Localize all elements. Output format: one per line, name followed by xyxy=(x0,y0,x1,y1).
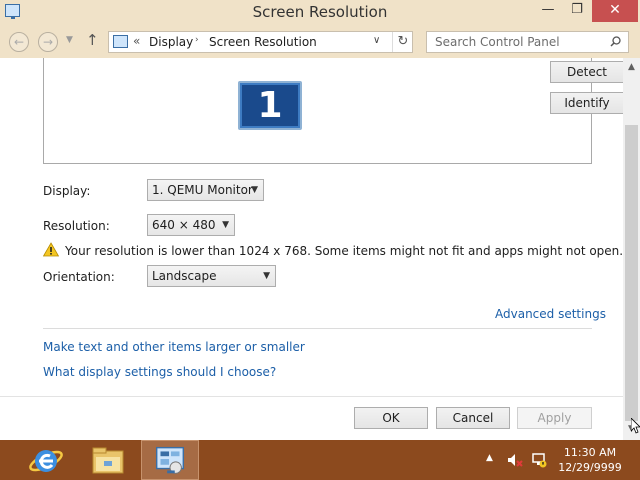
address-bar[interactable]: « Display › Screen Resolution ∨ ↻ xyxy=(108,31,413,53)
control-panel-icon xyxy=(113,35,128,48)
volume-muted-icon[interactable] xyxy=(506,452,524,468)
chevron-down-icon[interactable]: ∨ xyxy=(373,35,380,46)
breadcrumb-screen-resolution[interactable]: Screen Resolution xyxy=(209,35,317,49)
orientation-label: Orientation: xyxy=(43,270,115,284)
chevron-down-icon: ▼ xyxy=(222,220,229,230)
file-explorer-icon[interactable] xyxy=(80,440,138,480)
search-box[interactable] xyxy=(426,31,629,53)
chevron-down-icon: ▼ xyxy=(251,185,258,195)
display-help-link[interactable]: What display settings should I choose? xyxy=(43,365,276,379)
warning-icon xyxy=(43,242,59,257)
network-icon[interactable] xyxy=(530,452,548,468)
monitor-1[interactable]: 1 xyxy=(238,81,302,130)
footer-divider xyxy=(0,396,623,397)
maximize-button[interactable]: ❐ xyxy=(563,0,591,22)
back-arrow-icon[interactable]: ← xyxy=(9,32,29,52)
divider xyxy=(43,328,592,329)
vertical-scrollbar[interactable]: ▲ ▼ xyxy=(623,58,640,440)
close-button[interactable]: ✕ xyxy=(592,0,638,22)
clock-time: 11:30 AM xyxy=(563,446,617,459)
system-clock[interactable]: 11:30 AM 12/29/9999 xyxy=(552,445,628,475)
display-select-value: 1. QEMU Monitor xyxy=(152,183,253,197)
control-panel-taskbar-icon[interactable] xyxy=(141,440,199,480)
breadcrumb-separator-icon[interactable]: › xyxy=(195,35,199,45)
search-icon[interactable] xyxy=(610,36,621,47)
ok-button[interactable]: OK xyxy=(354,407,428,429)
breadcrumb-display[interactable]: Display xyxy=(149,35,193,49)
display-label: Display: xyxy=(43,184,91,198)
resolution-select-value: 640 × 480 xyxy=(152,218,216,232)
search-input[interactable] xyxy=(427,32,605,52)
recent-locations-dropdown[interactable]: ▼ xyxy=(66,35,73,45)
internet-explorer-icon[interactable] xyxy=(17,440,75,480)
minimize-button[interactable]: — xyxy=(535,0,561,22)
title-bar: Screen Resolution — ❐ ✕ xyxy=(0,0,640,24)
text-size-link[interactable]: Make text and other items larger or smal… xyxy=(43,340,305,354)
refresh-icon[interactable]: ↻ xyxy=(392,32,413,52)
apply-button[interactable]: Apply xyxy=(517,407,592,429)
identify-button[interactable]: Identify xyxy=(550,92,623,114)
up-arrow-icon[interactable]: ↑ xyxy=(86,31,99,49)
scroll-up-icon[interactable]: ▲ xyxy=(623,62,640,72)
resolution-warning: Your resolution is lower than 1024 x 768… xyxy=(65,244,623,258)
orientation-select[interactable]: Landscape ▼ xyxy=(147,265,276,287)
navigation-bar: ← → ▼ ↑ « Display › Screen Resolution ∨ … xyxy=(0,24,640,58)
show-hidden-icons[interactable]: ▲ xyxy=(486,453,493,463)
advanced-settings-link[interactable]: Advanced settings xyxy=(495,307,606,321)
monitor-number: 1 xyxy=(257,85,283,126)
orientation-select-value: Landscape xyxy=(152,269,217,283)
cancel-button[interactable]: Cancel xyxy=(436,407,510,429)
taskbar: ▲ 11:30 AM 12/29/9999 xyxy=(0,440,640,480)
resolution-label: Resolution: xyxy=(43,219,110,233)
resolution-select[interactable]: 640 × 480 ▼ xyxy=(147,214,235,236)
mouse-cursor-icon xyxy=(631,418,640,434)
display-select[interactable]: 1. QEMU Monitor ▼ xyxy=(147,179,264,201)
content-pane: 1 Detect Identify Display: 1. QEMU Monit… xyxy=(0,58,623,440)
clock-date: 12/29/9999 xyxy=(558,461,622,474)
forward-arrow-icon[interactable]: → xyxy=(38,32,58,52)
detect-button[interactable]: Detect xyxy=(550,61,623,83)
chevron-down-icon: ▼ xyxy=(263,271,270,281)
monitor-arrangement-area: 1 Detect Identify xyxy=(43,58,623,164)
breadcrumb-overflow[interactable]: « xyxy=(133,34,140,48)
scrollbar-thumb[interactable] xyxy=(625,125,638,421)
